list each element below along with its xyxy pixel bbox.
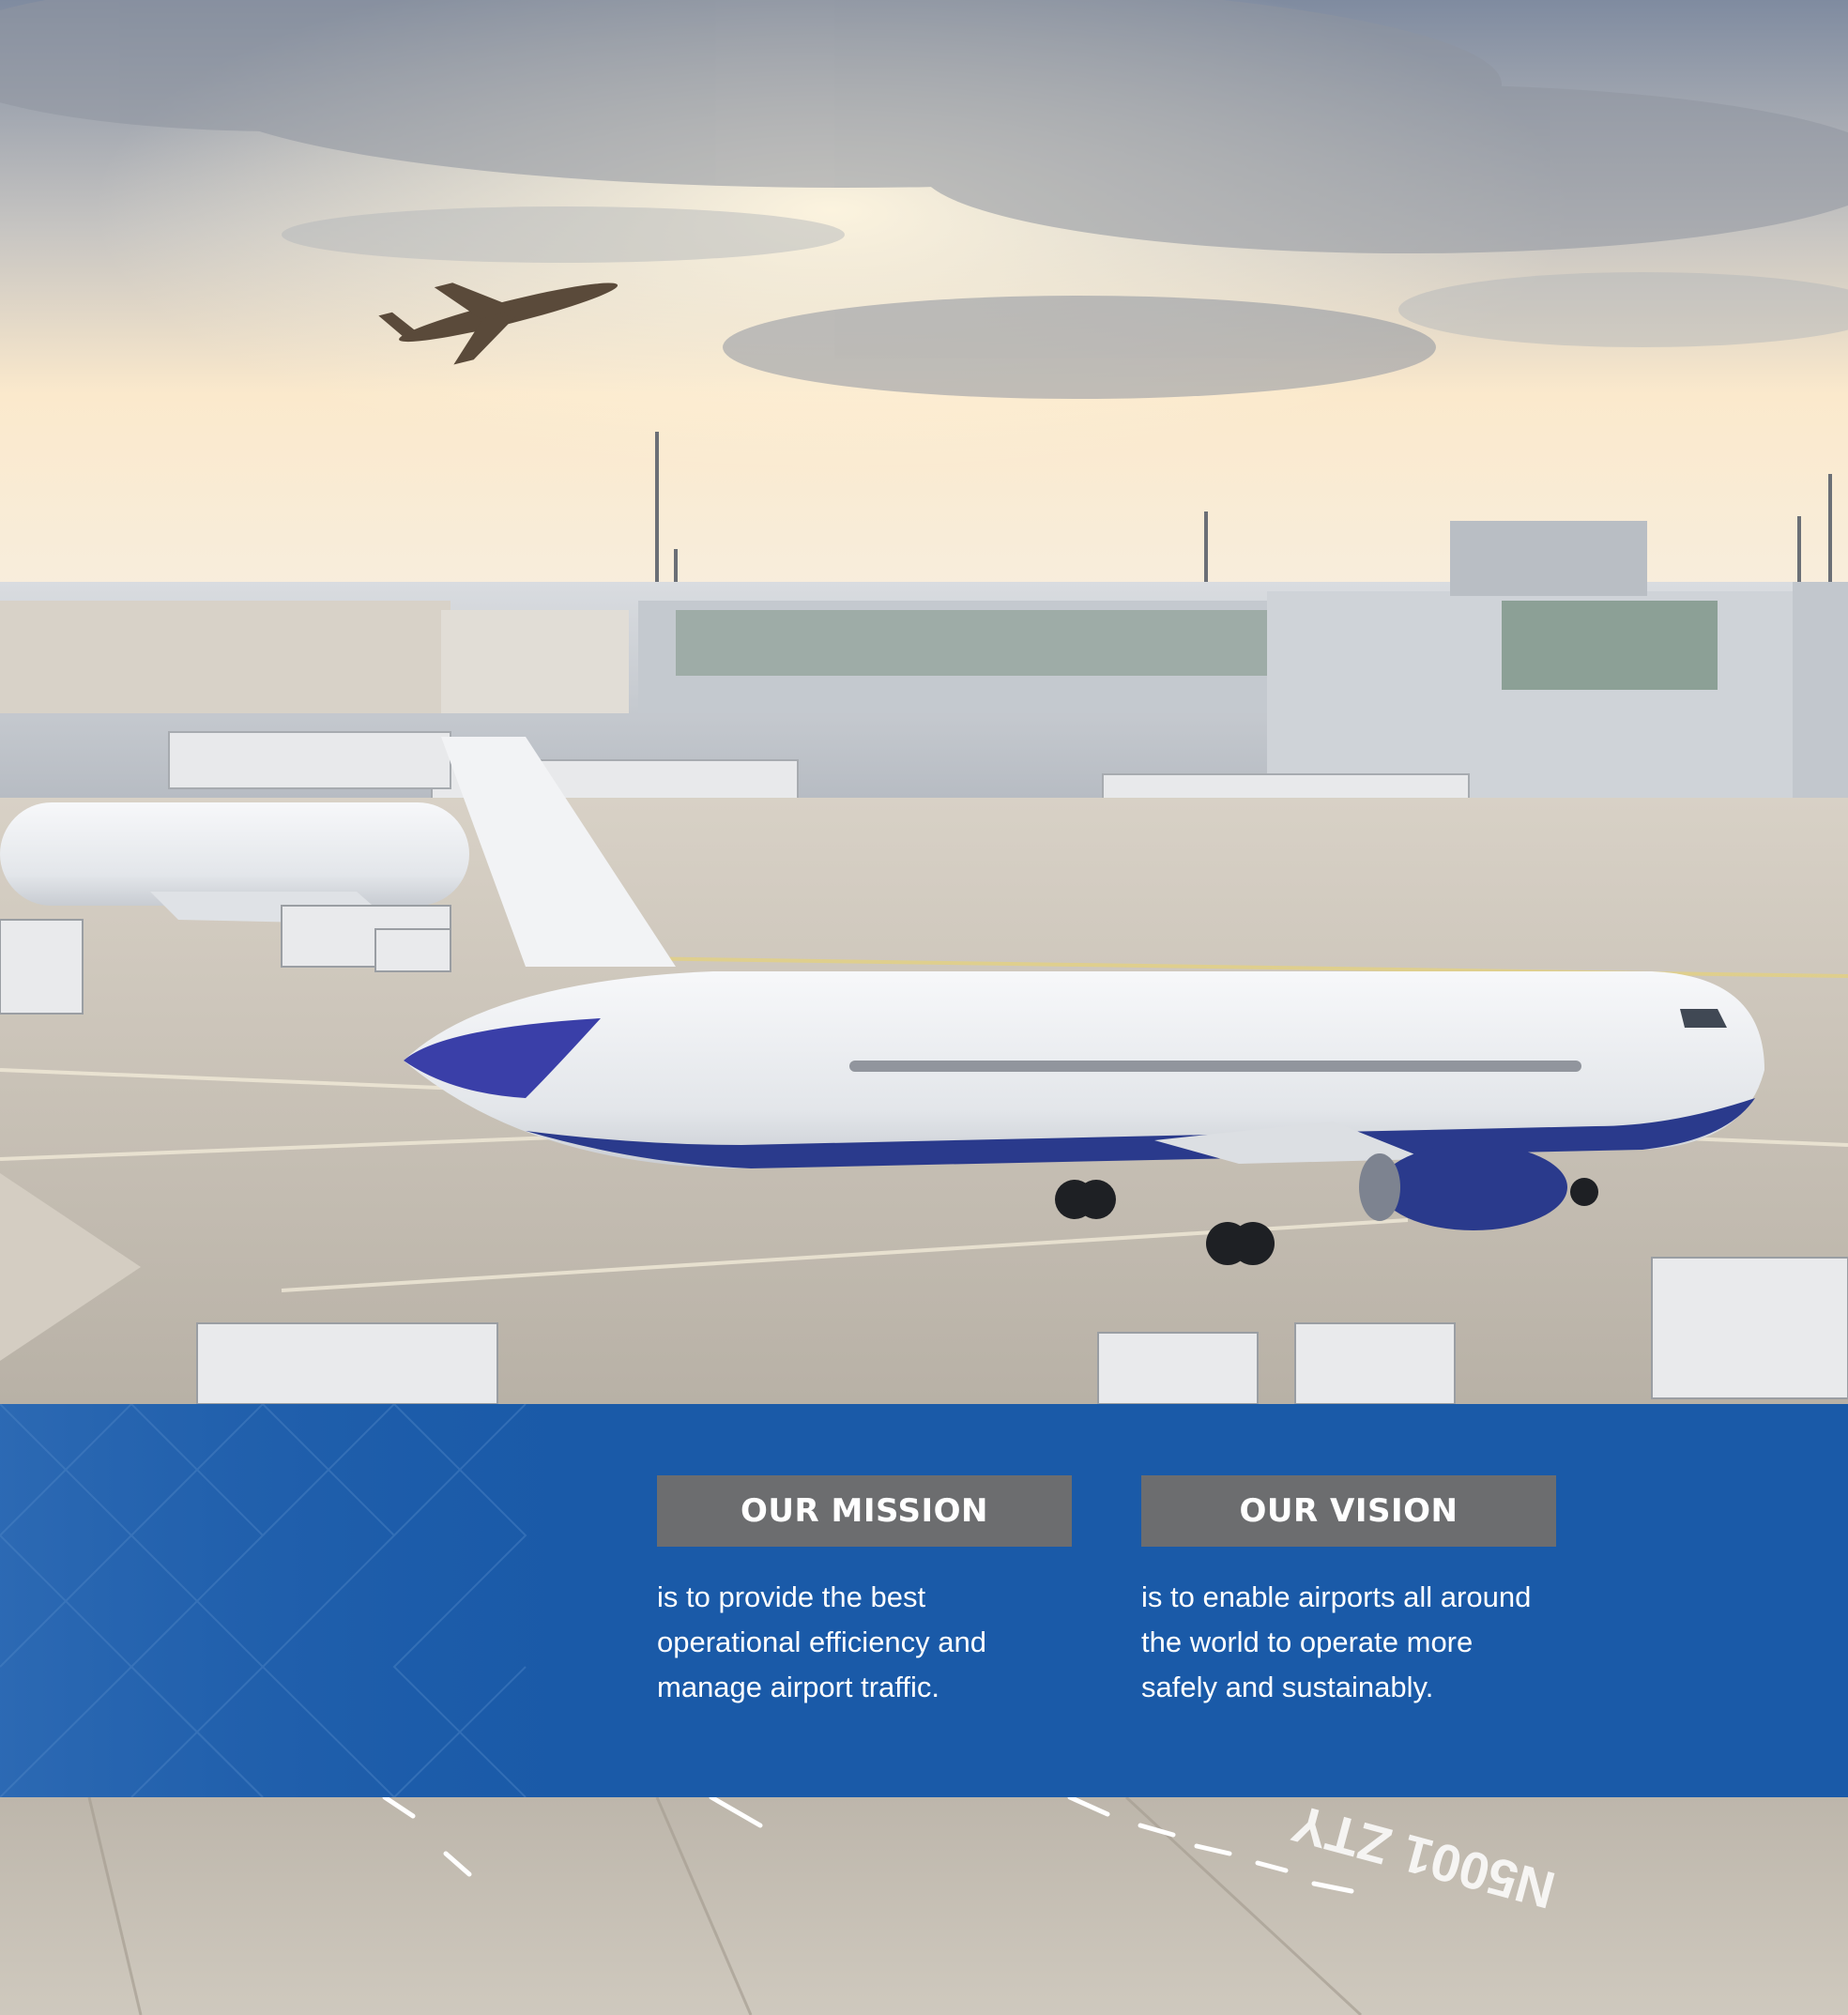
airport-scene-illustration bbox=[0, 0, 1848, 1404]
vision-heading: OUR VISION bbox=[1141, 1475, 1556, 1547]
mission-text: is to provide the best operational effic… bbox=[657, 1580, 987, 1703]
diamond-pattern bbox=[0, 1404, 657, 1797]
mission-card: OUR MISSION is to provide the best opera… bbox=[657, 1475, 1072, 1710]
mission-heading: OUR MISSION bbox=[657, 1475, 1072, 1547]
vision-text: is to enable airports all around the wor… bbox=[1141, 1580, 1532, 1703]
hero-photo bbox=[0, 0, 1848, 1404]
tarmac-illustration: N5001 ZTY bbox=[0, 1797, 1848, 2015]
tarmac-photo: N5001 ZTY bbox=[0, 1797, 1848, 2015]
vision-card: OUR VISION is to enable airports all aro… bbox=[1141, 1475, 1556, 1710]
mission-vision-banner: OUR MISSION is to provide the best opera… bbox=[0, 1404, 1848, 1797]
